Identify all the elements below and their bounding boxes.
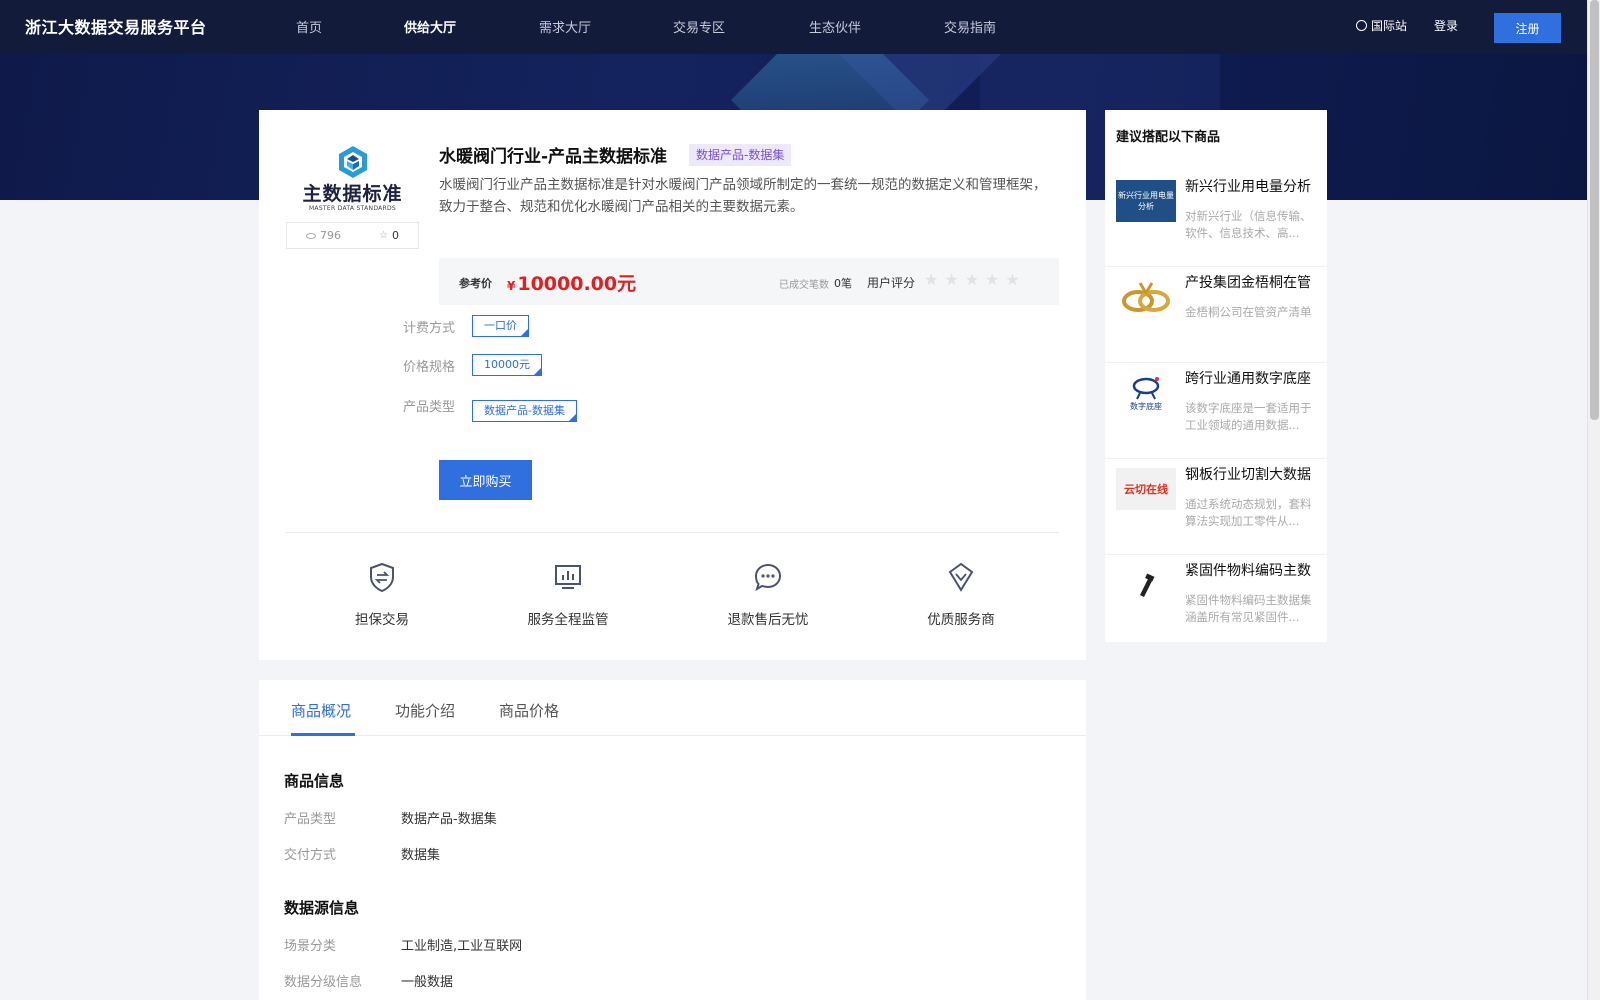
- recommended-item[interactable]: 数字底座 跨行业通用数字底座 该数字底座是一套适用于工业领域的通用数据...: [1105, 364, 1327, 459]
- recommended-item-desc: 通过系统动态规划，套料算法实现加工零件从...: [1185, 497, 1312, 528]
- star-icon[interactable]: ★: [944, 270, 964, 289]
- recommended-item[interactable]: 产投集团金梧桐在管 金梧桐公司在管资产清单: [1105, 268, 1327, 363]
- favorite-count[interactable]: ☆ 0: [379, 229, 399, 242]
- feature-refund-aftersales: 退款售后无忧: [708, 562, 828, 628]
- feature-quality-provider: 优质服务商: [901, 562, 1021, 628]
- info-label: 产品类型: [284, 812, 337, 827]
- info-label: 交付方式: [284, 848, 337, 863]
- info-value: 数据集: [401, 848, 441, 863]
- nav-item-trade-guide[interactable]: 交易指南: [944, 17, 996, 36]
- nav-item-demand-hall[interactable]: 需求大厅: [539, 17, 591, 36]
- product-description: 水暖阀门行业产品主数据标准是针对水暖阀门产品领域所制定的一套统一规范的数据定义和…: [439, 177, 1047, 215]
- star-icon[interactable]: ★: [965, 270, 985, 289]
- sidebar-title: 建议搭配以下商品: [1116, 130, 1221, 145]
- recommended-item[interactable]: 紧固件物料编码主数 紧固件物料编码主数据集涵盖所有常见紧固件...: [1105, 556, 1327, 651]
- user-rating-label: 用户评分: [867, 276, 916, 290]
- star-outline-icon: ☆: [379, 230, 388, 241]
- star-icon[interactable]: ★: [924, 270, 944, 289]
- recommended-item-desc: 该数字底座是一套适用于工业领域的通用数据...: [1185, 401, 1312, 432]
- international-site-link[interactable]: 国际站: [1356, 17, 1407, 34]
- diamond-icon: [948, 562, 974, 592]
- star-icon[interactable]: ★: [1005, 270, 1025, 289]
- star-icon[interactable]: ★: [985, 270, 1005, 289]
- recommended-item-name: 钢板行业切割大数据: [1185, 467, 1311, 483]
- international-site-label: 国际站: [1371, 19, 1408, 33]
- recommended-item[interactable]: 新兴行业用电量分析 新兴行业用电量分析 对新兴行业（信息传输、软件、信息技术、高…: [1105, 172, 1327, 267]
- brand-logo[interactable]: 浙江大数据交易服务平台: [25, 14, 207, 38]
- price-value: ¥10000.00元: [507, 273, 637, 295]
- recommended-item-desc: 紧固件物料编码主数据集涵盖所有常见紧固件...: [1185, 593, 1312, 624]
- login-link[interactable]: 登录: [1434, 17, 1458, 34]
- recommended-item-name: 跨行业通用数字底座: [1185, 371, 1311, 387]
- product-logo-mark-icon: [339, 146, 367, 178]
- price-spec-option[interactable]: 10000元: [472, 354, 542, 376]
- divider: [286, 532, 1059, 533]
- product-category-tag: 数据产品-数据集: [689, 144, 792, 166]
- page-scrollbar[interactable]: [1587, 0, 1600, 1000]
- tab-overview[interactable]: 商品概况: [291, 700, 351, 721]
- tab-features[interactable]: 功能介绍: [395, 700, 455, 721]
- top-nav: 浙江大数据交易服务平台 首页 供给大厅 需求大厅 交易专区 生态伙伴 交易指南 …: [0, 0, 1587, 54]
- nav-item-supply-hall[interactable]: 供给大厅: [404, 17, 456, 36]
- recommended-item-thumbnail: [1116, 276, 1176, 318]
- rating-stars[interactable]: ★★★★★: [924, 270, 1026, 289]
- product-card: 主数据标准 MASTER DATA STANDARDS 796 ☆ 0 水暖阀门…: [259, 110, 1086, 660]
- section-title-data-source: 数据源信息: [284, 899, 360, 917]
- price-spec-label: 价格规格: [403, 360, 456, 375]
- shield-exchange-icon: [370, 562, 394, 593]
- reference-price-label: 参考价: [459, 277, 492, 290]
- buy-now-button[interactable]: 立即购买: [439, 460, 532, 500]
- register-button[interactable]: 注册: [1494, 13, 1561, 43]
- billing-method-option[interactable]: 一口价: [472, 315, 529, 337]
- recommended-item-thumbnail: 新兴行业用电量分析: [1116, 180, 1176, 222]
- view-count: 796: [306, 229, 341, 242]
- product-type-option[interactable]: 数据产品-数据集: [472, 400, 577, 422]
- recommended-item-thumbnail: 云切在线: [1116, 468, 1176, 510]
- chat-bubble-icon: [754, 563, 782, 592]
- deal-count-label: 已成交笔数: [779, 280, 829, 291]
- price-bar: 参考价 ¥10000.00元 已成交笔数 0笔 用户评分 ★★★★★: [439, 258, 1059, 305]
- recommended-item-name: 紧固件物料编码主数: [1185, 563, 1311, 579]
- active-tab-indicator: [291, 733, 355, 736]
- product-logo: 主数据标准 MASTER DATA STANDARDS: [286, 143, 419, 213]
- section-title-product-info: 商品信息: [284, 772, 345, 790]
- product-stats: 796 ☆ 0: [286, 222, 419, 249]
- fastener-icon: [1140, 573, 1155, 597]
- product-logo-subtext: MASTER DATA STANDARDS: [308, 205, 397, 212]
- scrollbar-thumb[interactable]: [1590, 0, 1599, 420]
- recommended-item-thumbnail: 数字底座: [1116, 372, 1176, 414]
- info-label: 场景分类: [284, 939, 337, 954]
- feature-full-supervision: 服务全程监管: [508, 562, 628, 628]
- recommendation-sidebar: 建议搭配以下商品 新兴行业用电量分析 新兴行业用电量分析 对新兴行业（信息传输、…: [1105, 110, 1327, 642]
- product-title: 水暖阀门行业-产品主数据标准: [439, 147, 668, 167]
- feature-guaranteed-trade: 担保交易: [322, 562, 442, 628]
- info-label: 数据分级信息: [284, 975, 363, 990]
- cloud-network-icon: [1132, 376, 1160, 399]
- product-type-label: 产品类型: [403, 400, 456, 415]
- globe-icon: [1356, 20, 1367, 31]
- recommended-item-name: 产投集团金梧桐在管: [1185, 275, 1311, 291]
- info-value: 一般数据: [401, 975, 454, 990]
- gold-rings-logo-icon: [1122, 282, 1170, 312]
- monitor-chart-icon: [555, 565, 581, 589]
- nav-item-trade-zone[interactable]: 交易专区: [673, 17, 725, 36]
- eye-icon: [306, 232, 316, 239]
- recommended-item-name: 新兴行业用电量分析: [1185, 179, 1311, 195]
- recommended-item[interactable]: 云切在线 钢板行业切割大数据 通过系统动态规划，套料算法实现加工零件从...: [1105, 460, 1327, 555]
- detail-tabs: 商品概况 功能介绍 商品价格: [259, 680, 1086, 736]
- recommended-item-thumbnail: [1116, 564, 1176, 606]
- nav-item-partners[interactable]: 生态伙伴: [809, 17, 861, 36]
- tab-price[interactable]: 商品价格: [499, 700, 559, 721]
- product-details-card: 商品概况 功能介绍 商品价格 商品信息 产品类型 数据产品-数据集 交付方式 数…: [259, 680, 1086, 1000]
- recommended-item-desc: 对新兴行业（信息传输、软件、信息技术、高...: [1185, 209, 1312, 240]
- deal-count-value: 0笔: [834, 277, 852, 290]
- recommended-item-desc: 金梧桐公司在管资产清单: [1185, 305, 1312, 319]
- billing-method-label: 计费方式: [403, 321, 456, 336]
- info-value: 数据产品-数据集: [401, 812, 497, 827]
- product-logo-text: 主数据标准: [302, 183, 403, 205]
- nav-item-home[interactable]: 首页: [296, 17, 322, 36]
- info-value: 工业制造,工业互联网: [401, 939, 523, 954]
